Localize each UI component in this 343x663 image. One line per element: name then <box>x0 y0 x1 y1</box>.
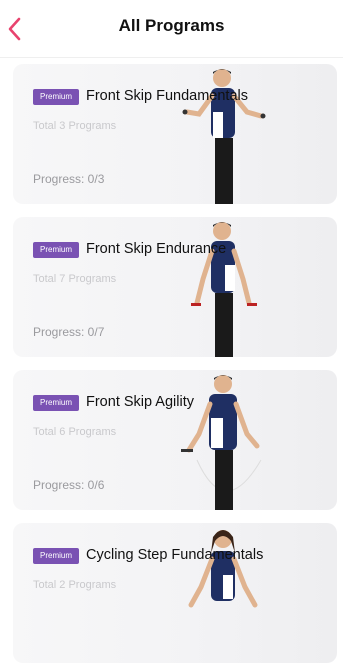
program-title: Front Skip Agility <box>86 394 194 410</box>
program-card[interactable]: Premium Cycling Step Fundamentals Total … <box>13 523 337 663</box>
premium-badge: Premium <box>33 242 80 258</box>
program-progress: Progress: 0/7 <box>33 325 105 339</box>
program-card[interactable]: Premium Front Skip Agility Total 6 Progr… <box>13 370 337 510</box>
program-title: Cycling Step Fundamentals <box>86 547 264 563</box>
program-count: Total 3 Programs <box>33 120 117 132</box>
premium-badge: Premium <box>33 395 80 411</box>
premium-badge: Premium <box>33 548 80 564</box>
program-count: Total 7 Programs <box>33 273 117 285</box>
program-card[interactable]: Premium Front Skip Fundamentals Total 3 … <box>13 64 337 204</box>
program-title: Front Skip Fundamentals <box>86 88 248 104</box>
athlete-photo <box>188 530 258 608</box>
athlete-photo <box>182 69 266 204</box>
program-progress: Progress: 0/3 <box>33 172 105 186</box>
athlete-photo <box>191 222 257 357</box>
athlete-photo <box>181 375 262 510</box>
top-bar: All Programs <box>0 0 343 58</box>
program-count: Total 2 Programs <box>33 579 117 591</box>
program-card[interactable]: Premium Front Skip Endurance Total 7 Pro… <box>13 217 337 357</box>
program-title: Front Skip Endurance <box>86 241 227 257</box>
premium-badge: Premium <box>33 89 80 105</box>
program-count: Total 6 Programs <box>33 426 117 438</box>
page-title: All Programs <box>118 16 225 35</box>
program-progress: Progress: 0/6 <box>33 478 105 492</box>
